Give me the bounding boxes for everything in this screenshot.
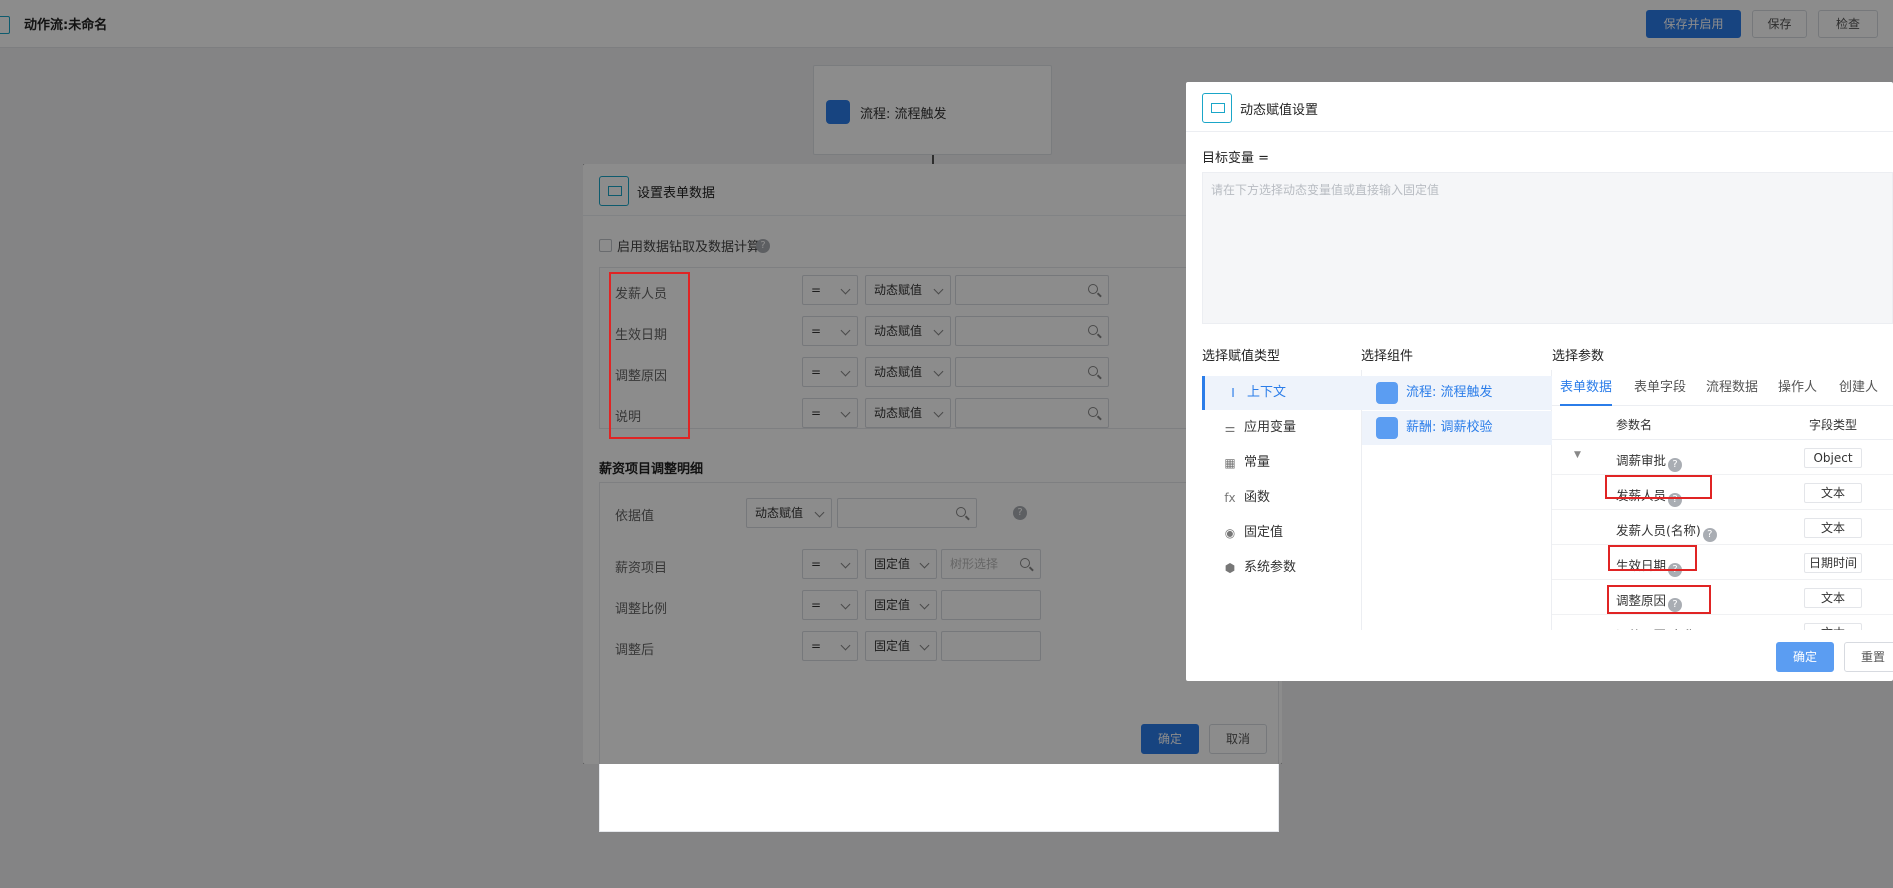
param-tab[interactable]: 流程数据	[1706, 370, 1758, 406]
assign-type-item[interactable]: I 上下文	[1202, 376, 1362, 410]
param-tab[interactable]: 操作人	[1778, 370, 1817, 406]
component-label: 流程: 流程触发	[1406, 385, 1493, 400]
target-variable-label: 目标变量 =	[1202, 151, 1270, 166]
component-label: 薪酬: 调薪校验	[1406, 420, 1493, 435]
target-value-textarea[interactable]: 请在下方选择动态变量值或直接输入固定值	[1202, 172, 1893, 324]
component-item[interactable]: 薪酬: 调薪校验	[1362, 411, 1552, 445]
dynamic-assignment-dialog: 动态赋值设置 目标变量 = 请在下方选择动态变量值或直接输入固定值 选择赋值类型…	[1186, 82, 1893, 681]
context-icon: I	[1231, 386, 1235, 400]
dynamic-reset-button[interactable]: 重置	[1844, 642, 1893, 672]
param-panel: 表单数据 表单字段 流程数据 操作人 创建人 参数名 字段类型 ▼ 调薪审批? Object…	[1552, 370, 1893, 630]
app-variable-icon: ⚌	[1224, 421, 1236, 435]
expand-caret-icon[interactable]: ▼	[1574, 450, 1581, 460]
param-help-icon: ?	[1668, 458, 1683, 472]
component-list: 流程: 流程触发 薪酬: 调薪校验	[1362, 370, 1552, 630]
highlight-box-adjust-reason	[1607, 585, 1711, 614]
assign-type-label: 常量	[1244, 455, 1271, 470]
assign-type-item[interactable]: fx 函数	[1202, 481, 1362, 515]
dynamic-ok-button[interactable]: 确定	[1776, 642, 1834, 672]
component-title: 选择组件	[1361, 349, 1414, 364]
dynamic-dialog-header: 动态赋值设置	[1186, 82, 1893, 132]
flow-icon	[1376, 382, 1398, 404]
param-type-tag: 文本	[1804, 588, 1862, 608]
highlight-box-effective-date	[1608, 545, 1697, 571]
param-type-tag: 日期时间	[1804, 553, 1862, 573]
param-row[interactable]: 发薪人员? 文本	[1552, 475, 1893, 510]
param-type-tag: 文本	[1804, 623, 1862, 630]
function-icon: fx	[1224, 491, 1236, 505]
param-tabs: 表单数据 表单字段 流程数据 操作人 创建人	[1552, 370, 1893, 406]
form-dialog-dim	[583, 164, 1282, 764]
assign-type-label: 上下文	[1247, 385, 1287, 400]
param-name: 调整原因(名称)?	[1616, 625, 1717, 630]
highlight-box-payee	[1605, 475, 1712, 499]
assign-type-item[interactable]: ⚌ 应用变量	[1202, 411, 1362, 445]
param-table-header: 参数名 字段类型	[1552, 406, 1893, 440]
param-help-icon: ?	[1702, 528, 1717, 542]
fixed-value-icon: ◉	[1224, 526, 1236, 540]
param-row[interactable]: 调整原因(名称)? 文本	[1552, 615, 1893, 630]
assign-type-item[interactable]: ▦ 常量	[1202, 446, 1362, 480]
constant-icon: ▦	[1224, 456, 1236, 470]
assign-type-item[interactable]: ◉ 固定值	[1202, 516, 1362, 550]
param-name: 发薪人员(名称)?	[1616, 520, 1717, 542]
assign-type-label: 函数	[1244, 490, 1271, 505]
param-title: 选择参数	[1552, 349, 1605, 364]
param-type-tag: Object	[1804, 448, 1862, 468]
salary-icon	[1376, 417, 1398, 439]
monitor-icon	[1202, 93, 1232, 123]
param-type-header: 字段类型	[1809, 418, 1858, 432]
assign-type-label: 固定值	[1244, 525, 1284, 540]
assign-type-title: 选择赋值类型	[1202, 349, 1281, 364]
param-row[interactable]: ▼ 调薪审批? Object	[1552, 440, 1893, 475]
param-type-tag: 文本	[1804, 518, 1862, 538]
system-param-icon: ⬢	[1224, 561, 1236, 575]
param-tab[interactable]: 创建人	[1839, 370, 1878, 406]
param-type-tag: 文本	[1804, 483, 1862, 503]
highlight-box-form-fields	[609, 272, 690, 439]
dynamic-dialog-title: 动态赋值设置	[1240, 103, 1319, 118]
assign-type-item[interactable]: ⬢ 系统参数	[1202, 551, 1362, 585]
target-placeholder: 请在下方选择动态变量值或直接输入固定值	[1211, 183, 1440, 197]
param-row[interactable]: 生效日期? 日期时间	[1552, 545, 1893, 580]
assign-type-list: I 上下文 ⚌ 应用变量 ▦ 常量 fx 函数 ◉ 固定值 ⬢ 系统参数	[1202, 370, 1362, 630]
param-tab[interactable]: 表单字段	[1634, 370, 1686, 406]
assign-type-label: 应用变量	[1244, 420, 1297, 435]
param-tab[interactable]: 表单数据	[1560, 370, 1613, 406]
param-name: 调薪审批?	[1616, 450, 1683, 472]
param-row[interactable]: 调整原因? 文本	[1552, 580, 1893, 615]
assign-type-label: 系统参数	[1244, 560, 1297, 575]
component-item[interactable]: 流程: 流程触发	[1362, 376, 1552, 410]
param-row[interactable]: 发薪人员(名称)? 文本	[1552, 510, 1893, 545]
param-name-header: 参数名	[1616, 418, 1653, 432]
